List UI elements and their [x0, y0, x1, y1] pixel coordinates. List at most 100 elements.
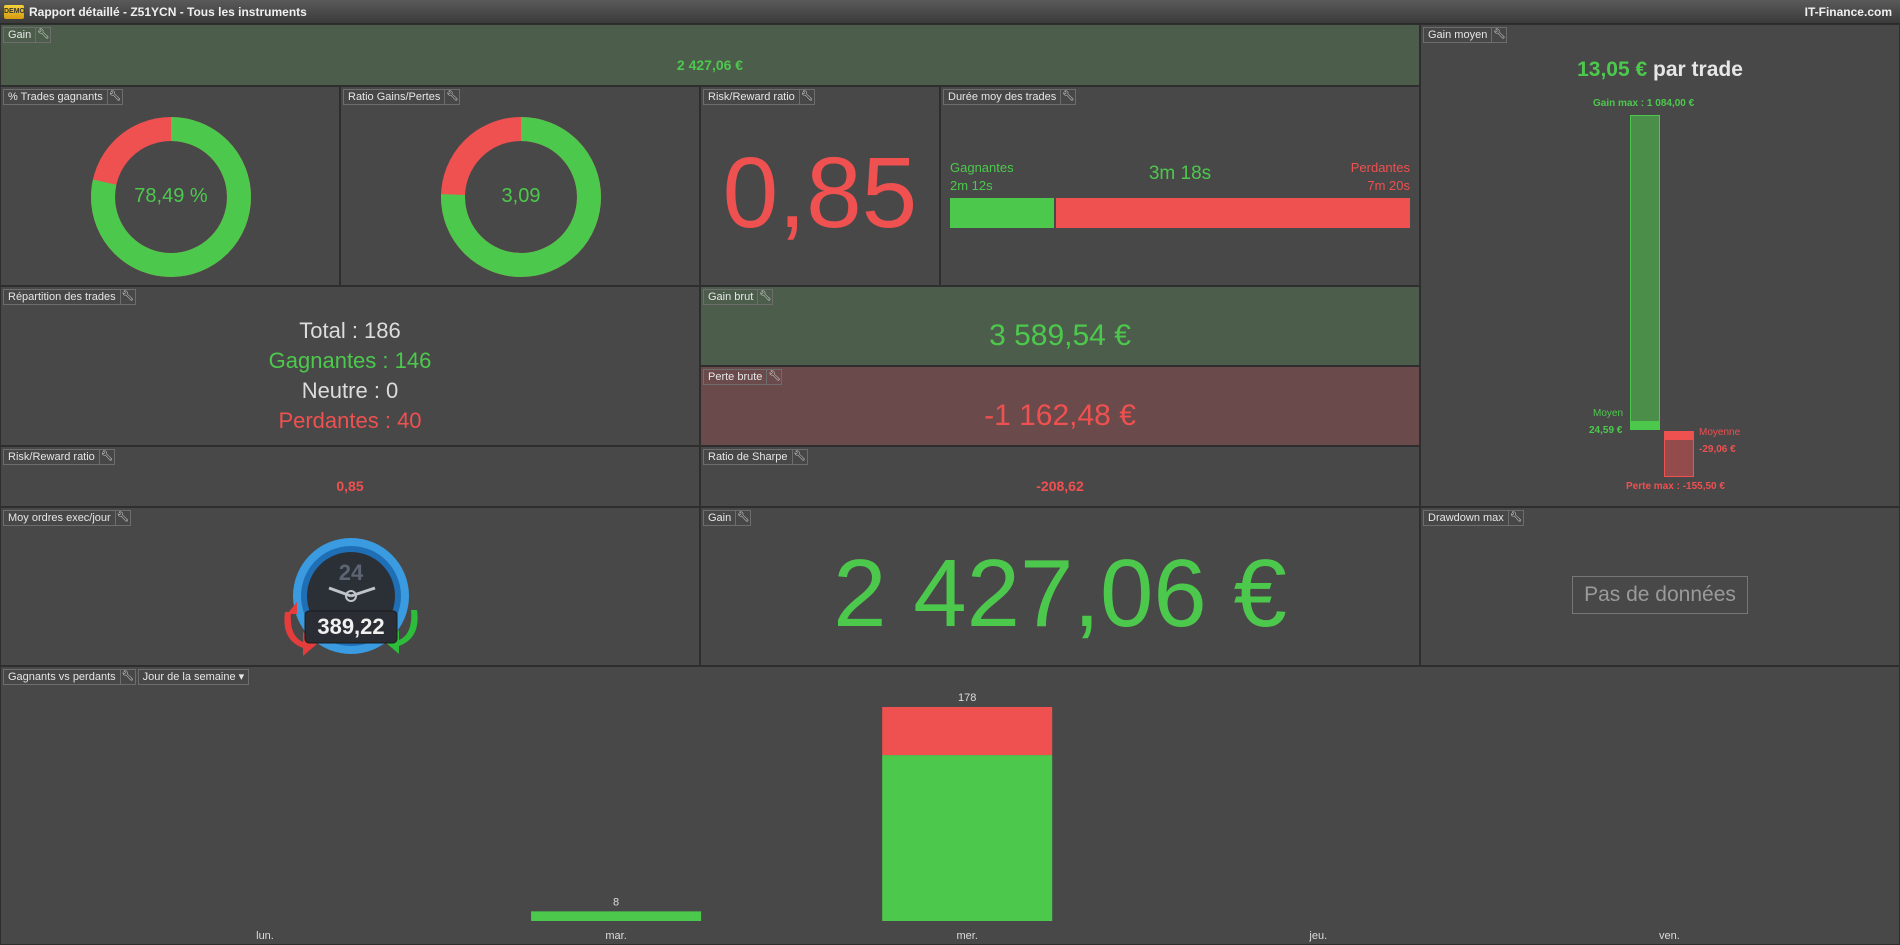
x-tick-label: jeu.: [1308, 930, 1327, 942]
moyen-value: 24,59 €: [1589, 425, 1623, 436]
moy-ordres-value: 389,22: [317, 614, 385, 639]
panel-title: Drawdown max: [1423, 510, 1509, 526]
panel-header: Perte brute 🔧︎: [703, 369, 783, 385]
moyenne-value: -29,06 €: [1699, 444, 1736, 455]
pct-trades-gagnants-panel: % Trades gagnants 🔧︎ 78,49 %: [0, 86, 340, 286]
panel-header: Gain 🔧︎: [3, 27, 52, 43]
gain-top-value: 2 427,06 €: [676, 57, 744, 73]
window-title: Rapport détaillé - Z51YCN - Tous les ins…: [29, 5, 307, 19]
window-titlebar: DEMO Rapport détaillé - Z51YCN - Tous le…: [0, 0, 1900, 24]
duree-moy-panel: Durée moy des trades 🔧︎ Gagnantes 2m 12s…: [940, 86, 1420, 286]
brand-label: IT-Finance.com: [1804, 5, 1892, 19]
panel-header: Risk/Reward ratio 🔧︎: [703, 89, 815, 105]
risk-reward-panel: Risk/Reward ratio 🔧︎ 0,85: [700, 86, 940, 286]
panel-title: Gain: [3, 27, 37, 43]
repartition-total: Total : 186: [299, 318, 401, 343]
panel-header: Drawdown max 🔧︎: [1423, 510, 1524, 526]
wrench-icon[interactable]: 🔧︎: [445, 89, 461, 105]
perte-brute-value: -1 162,48 €: [984, 399, 1136, 432]
perte-max-caption: Perte max : -155,50 €: [1626, 481, 1725, 492]
duree-bar: [950, 198, 1410, 228]
bar-segment-perdants-2: [882, 707, 1053, 756]
x-tick-label: mer.: [957, 930, 978, 942]
perte-brute-panel: Perte brute 🔧︎ -1 162,48 €: [700, 366, 1420, 446]
panel-title: Ratio de Sharpe: [703, 449, 793, 465]
gain-big-panel: Gain 🔧︎ 2 427,06 €: [700, 507, 1420, 666]
panel-title: Gain moyen: [1423, 27, 1493, 43]
wrench-icon[interactable]: 🔧︎: [792, 449, 808, 465]
gain-max-value: 1 084,00 €: [1646, 98, 1695, 109]
repartition-gagnantes: Gagnantes : 146: [268, 348, 432, 373]
gain-top-panel: Gain 🔧︎ 2 427,06 €: [0, 24, 1420, 86]
risk-reward-small-panel: Risk/Reward ratio 🔧︎ 0,85: [0, 446, 700, 507]
gain-big-value: 2 427,06 €: [833, 540, 1287, 647]
x-tick-label: lun.: [256, 930, 274, 942]
duree-win-fill: [950, 198, 1056, 228]
duree-total-value: 3m 18s: [1148, 163, 1212, 184]
wrench-icon[interactable]: 🔧︎: [799, 89, 815, 105]
gain-moyen-suffix: par trade: [1653, 58, 1743, 81]
drawdown-panel: Drawdown max 🔧︎ Pas de données: [1420, 507, 1900, 666]
clock-face-label: 24: [339, 560, 364, 585]
repartition-panel: Répartition des trades 🔧︎ Total : 186 Ga…: [0, 286, 700, 446]
wrench-icon[interactable]: 🔧︎: [1061, 89, 1077, 105]
panel-title: Perte brute: [703, 369, 768, 385]
perdantes-label: Perdantes: [1350, 160, 1410, 175]
wrench-icon[interactable]: 🔧︎: [1492, 27, 1508, 43]
panel-header: Répartition des trades 🔧︎: [3, 289, 136, 305]
panel-title: Durée moy des trades: [943, 89, 1062, 105]
risk-reward-small-value: 0,85: [336, 478, 364, 494]
panel-header: Ratio de Sharpe 🔧︎: [703, 449, 808, 465]
gagnants-vs-perdants-panel: Gagnants vs perdants 🔧︎ Jour de la semai…: [0, 666, 1900, 945]
panel-header: Risk/Reward ratio 🔧︎: [3, 449, 115, 465]
wrench-icon[interactable]: 🔧︎: [99, 449, 115, 465]
perdantes-value: 7m 20s: [1367, 178, 1410, 193]
panel-title: Risk/Reward ratio: [3, 449, 100, 465]
ratio-sharpe-value: -208,62: [1036, 478, 1084, 494]
repartition-neutre: Neutre : 0: [301, 378, 399, 403]
ratio-gains-pertes-panel: Ratio Gains/Pertes 🔧︎ 3,09: [340, 86, 700, 286]
wrench-icon[interactable]: 🔧︎: [36, 27, 52, 43]
gain-moyen-headline: 13,05 € par trade: [1421, 58, 1899, 82]
panel-header: % Trades gagnants 🔧︎: [3, 89, 123, 105]
panel-title: Gain: [703, 510, 737, 526]
panel-header: Gain moyen 🔧︎: [1423, 27, 1508, 43]
wrench-icon[interactable]: 🔧︎: [115, 510, 131, 526]
gain-max-bar: [1630, 115, 1660, 429]
bar-segment-gagnants-2: [882, 755, 1053, 921]
perte-max-label: Perte max :: [1626, 481, 1680, 492]
wrench-icon[interactable]: 🔧︎: [758, 289, 774, 305]
moyen-label: Moyen: [1593, 408, 1624, 419]
wrench-icon[interactable]: 🔧︎: [120, 289, 136, 305]
gain-moyen-panel: Gain moyen 🔧︎ 13,05 € par trade Gain max…: [1420, 24, 1900, 507]
moy-ordres-panel: Moy ordres exec/jour 🔧︎ 24 389,22: [0, 507, 700, 666]
panel-title: Répartition des trades: [3, 289, 121, 305]
x-tick-label: ven.: [1659, 930, 1680, 942]
ratio-value: 3,09: [501, 185, 541, 207]
wrench-icon[interactable]: 🔧︎: [1508, 510, 1524, 526]
gain-max-caption: Gain max : 1 084,00 €: [1593, 98, 1694, 109]
panel-header: Gain brut 🔧︎: [703, 289, 774, 305]
panel-title: % Trades gagnants: [3, 89, 108, 105]
panel-title: Gain brut: [703, 289, 759, 305]
panel-header: Durée moy des trades 🔧︎: [943, 89, 1077, 105]
panel-header: Gain 🔧︎: [703, 510, 752, 526]
bar-segment-gagnants-1: [531, 911, 702, 921]
app-logo-icon: DEMO: [4, 5, 25, 19]
gain-brut-value: 3 589,54 €: [989, 319, 1131, 352]
ratio-sharpe-panel: Ratio de Sharpe 🔧︎ -208,62: [700, 446, 1420, 507]
moyenne-bar: [1664, 431, 1694, 440]
perte-max-value: -155,50 €: [1682, 481, 1725, 492]
gain-brut-panel: Gain brut 🔧︎ 3 589,54 €: [700, 286, 1420, 366]
panel-header: Moy ordres exec/jour 🔧︎: [3, 510, 131, 526]
wrench-icon[interactable]: 🔧︎: [736, 510, 752, 526]
x-tick-label: mar.: [605, 930, 626, 942]
pct-trades-value: 78,49 %: [134, 185, 208, 207]
wrench-icon[interactable]: 🔧︎: [767, 369, 783, 385]
bar-total-label: 178: [958, 692, 976, 704]
panel-header: Ratio Gains/Pertes 🔧︎: [343, 89, 461, 105]
wrench-icon[interactable]: 🔧︎: [107, 89, 123, 105]
gain-moyen-value: 13,05 €: [1577, 58, 1648, 81]
risk-reward-value: 0,85: [722, 137, 918, 249]
panel-title: Moy ordres exec/jour: [3, 510, 116, 526]
